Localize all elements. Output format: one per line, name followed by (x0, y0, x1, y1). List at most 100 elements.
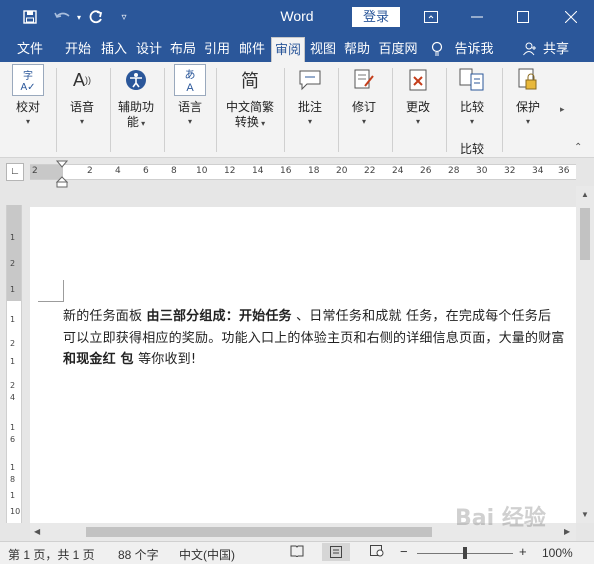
read-mode-icon[interactable] (290, 545, 304, 560)
accessibility-label: 辅助功能 ▾ (117, 100, 154, 129)
speech-button[interactable]: A)) 语音 ▾ (58, 64, 106, 127)
scroll-down-icon[interactable]: ▼ (581, 510, 589, 519)
tab-view[interactable]: 视图 (307, 37, 339, 62)
accessibility-check-icon (120, 64, 152, 96)
protect-button[interactable]: 保护 ▾ (504, 64, 552, 126)
share-button[interactable]: 共享 (538, 37, 574, 62)
title-bar: ▾ ▿ Word 登录 (0, 0, 594, 34)
minimize-icon[interactable] (454, 0, 500, 34)
page-count[interactable]: 第 1 页，共 1 页 (8, 546, 95, 563)
ruler-tick: 34 (532, 166, 544, 176)
document-line-2[interactable]: 可以立即获得相应的奖励。功能入口上的体验主页和右侧的详细信息页面，大量的财富 (63, 327, 565, 346)
ruler-tick: 8 (171, 166, 177, 176)
maximize-icon[interactable] (500, 0, 546, 34)
chinese-conversion-button[interactable]: 简 中文简繁 转换 ▾ (222, 64, 278, 131)
ruler-tick: 1 (10, 285, 16, 294)
ruler-tick: 26 (420, 166, 432, 176)
login-button[interactable]: 登录 (352, 7, 400, 27)
tab-mailings[interactable]: 邮件 (236, 37, 268, 62)
language-button[interactable]: あA 语言 ▾ (166, 64, 214, 126)
customize-icon[interactable]: ▿ (116, 0, 132, 34)
scrollbar-thumb[interactable] (580, 208, 590, 260)
redo-icon[interactable] (84, 0, 108, 34)
scrollbar-thumb[interactable] (86, 527, 432, 537)
ruler-tick: 20 (336, 166, 348, 176)
tell-me-search[interactable]: 告诉我 (454, 37, 494, 62)
language-label: 语言 (177, 100, 202, 114)
vertical-ruler[interactable]: 1 2 1 1 2 1 2 4 1 6 1 8 1 10 (6, 205, 22, 523)
web-layout-icon[interactable] (370, 545, 384, 560)
tab-file[interactable]: 文件 (10, 37, 50, 62)
tab-references[interactable]: 引用 (201, 37, 233, 62)
language-status[interactable]: 中文(中国) (179, 546, 235, 563)
group-divider (216, 68, 217, 152)
tab-selector-icon[interactable]: ∟ (6, 163, 24, 181)
zoom-in-icon[interactable]: + (519, 544, 527, 559)
ruler-tick: 10 (10, 507, 21, 516)
horizontal-ruler[interactable]: 2 2 4 6 8 10 12 14 16 18 20 22 24 26 28 … (30, 164, 576, 180)
speech-label: 语音 (69, 100, 94, 114)
undo-dropdown-icon[interactable]: ▾ (74, 0, 84, 34)
ruler-tick: 18 (308, 166, 320, 176)
ruler-tick: 6 (10, 435, 16, 444)
tab-review[interactable]: 审阅 (271, 37, 305, 62)
group-divider (502, 68, 503, 152)
compare-group-label: 比较 (460, 142, 485, 156)
tab-layout[interactable]: 布局 (167, 37, 199, 62)
ribbon-panel: 字 A✓ 校对 ▾ A)) 语音 ▾ 辅助功能 ▾ あA 语言 ▾ 简 中文简繁转… (0, 62, 594, 158)
group-divider (446, 68, 447, 152)
scroll-left-icon[interactable]: ◀ (34, 527, 40, 536)
save-icon[interactable] (18, 0, 42, 34)
zoom-level[interactable]: 100% (542, 546, 573, 560)
zoom-out-icon[interactable]: − (400, 544, 408, 559)
tab-design[interactable]: 设计 (133, 37, 165, 62)
zoom-slider-thumb[interactable] (463, 547, 467, 559)
chevron-down-icon: ▾ (415, 117, 420, 126)
collapse-ribbon-icon[interactable]: ⌃ (574, 142, 582, 153)
word-count[interactable]: 88 个字 (118, 546, 159, 563)
lightbulb-icon[interactable] (428, 37, 446, 62)
tab-home[interactable]: 开始 (62, 37, 94, 62)
ruler-tick: 16 (280, 166, 292, 176)
document-line-1[interactable]: 新的任务面板 由三部分组成：开始任务 、日常任务和成就 任务，在完成每个任务后 (63, 305, 551, 324)
ruler-tick: 36 (558, 166, 570, 176)
ruler-tick: 22 (364, 166, 376, 176)
share-person-icon[interactable] (522, 37, 538, 62)
group-divider (392, 68, 393, 152)
chevron-down-icon: ▾ (79, 117, 84, 126)
margin-crop-mark (38, 280, 64, 302)
tracking-button[interactable]: 修订 ▾ (340, 64, 388, 126)
vertical-scrollbar[interactable]: ▲ ▼ (576, 186, 594, 523)
tab-help[interactable]: 帮助 (341, 37, 373, 62)
track-changes-icon (348, 64, 380, 96)
chevron-down-icon: ▾ (469, 117, 474, 126)
undo-icon[interactable] (50, 0, 76, 34)
ruler-tick: 1 (10, 315, 16, 324)
ruler-tick: 28 (448, 166, 460, 176)
comments-button[interactable]: 批注 ▾ (286, 64, 334, 126)
accessibility-button[interactable]: 辅助功能 ▾ (112, 64, 160, 131)
ribbon-display-icon[interactable] (408, 0, 454, 34)
compare-label: 比较 (459, 100, 484, 114)
group-divider (284, 68, 285, 152)
scroll-right-icon[interactable]: ▶ (564, 527, 570, 536)
ribbon-scroll-right-icon[interactable]: ▸ (560, 104, 565, 115)
scroll-up-icon[interactable]: ▲ (581, 190, 589, 199)
ruler-tick: 24 (392, 166, 404, 176)
chevron-down-icon: ▾ (25, 117, 30, 126)
proofing-button[interactable]: 字 A✓ 校对 ▾ (4, 64, 52, 126)
document-line-3[interactable]: 和现金红 包 等你收到! (63, 348, 196, 367)
ruler-tick: 1 (10, 463, 16, 472)
tab-baidu[interactable]: 百度网 (376, 37, 420, 62)
compare-button[interactable]: 比较 ▾ (448, 64, 496, 126)
changes-button[interactable]: 更改 ▾ (394, 64, 442, 126)
indent-marker-icon[interactable] (55, 158, 69, 188)
ruler-tick: 2 (87, 166, 93, 176)
group-divider (110, 68, 111, 152)
print-layout-icon[interactable] (322, 543, 350, 561)
close-icon[interactable] (548, 0, 594, 34)
proofing-label: 校对 (15, 100, 40, 114)
tab-insert[interactable]: 插入 (98, 37, 130, 62)
chinese-conversion-icon: 简 (241, 71, 259, 91)
chevron-down-icon: ▾ (361, 117, 366, 126)
